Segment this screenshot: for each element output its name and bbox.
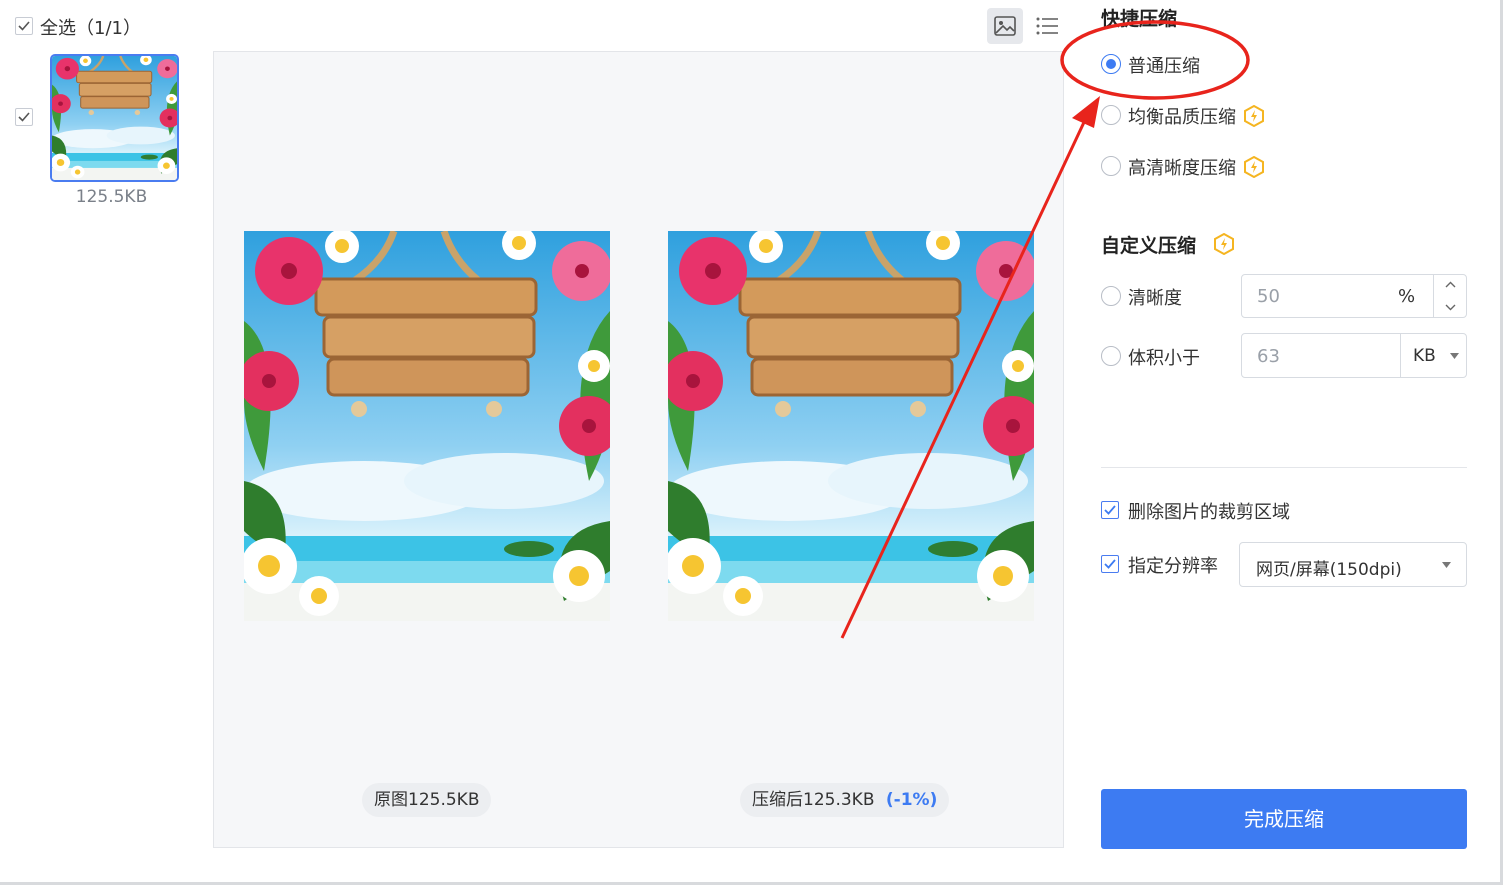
size-limit-radio[interactable] bbox=[1101, 346, 1121, 366]
hd-compress-label[interactable]: 高清晰度压缩 bbox=[1128, 154, 1236, 180]
normal-compress-label[interactable]: 普通压缩 bbox=[1128, 52, 1200, 78]
annotation-arrow-head bbox=[1072, 96, 1100, 128]
balanced-compress-radio[interactable] bbox=[1101, 105, 1121, 125]
file-thumbnail[interactable] bbox=[50, 54, 179, 182]
quick-compress-title: 快捷压缩 bbox=[1101, 8, 1178, 30]
vip-icon bbox=[1244, 105, 1264, 127]
clarity-input[interactable]: 50 % bbox=[1241, 274, 1467, 318]
list-view-icon bbox=[1036, 17, 1058, 35]
set-dpi-checkbox[interactable] bbox=[1101, 555, 1119, 573]
check-icon bbox=[18, 112, 30, 122]
original-image bbox=[244, 231, 610, 621]
normal-compress-radio[interactable] bbox=[1101, 54, 1121, 74]
size-unit-select[interactable]: KB bbox=[1400, 333, 1467, 378]
finish-compress-button[interactable]: 完成压缩 bbox=[1101, 789, 1467, 849]
size-limit-input[interactable]: 63 bbox=[1241, 333, 1401, 378]
compressed-size-text: 压缩后125.3KB bbox=[752, 790, 875, 810]
clarity-stepper[interactable] bbox=[1433, 275, 1467, 317]
clarity-label[interactable]: 清晰度 bbox=[1128, 284, 1182, 310]
remove-crop-label[interactable]: 删除图片的裁剪区域 bbox=[1128, 498, 1290, 524]
size-unit-value: KB bbox=[1413, 346, 1436, 366]
beach-thumbnail-image bbox=[52, 56, 177, 180]
check-icon bbox=[18, 21, 30, 31]
custom-compress-title: 自定义压缩 bbox=[1101, 235, 1197, 257]
remove-crop-checkbox[interactable] bbox=[1101, 501, 1119, 519]
vip-icon bbox=[1214, 233, 1234, 255]
select-all-checkbox[interactable] bbox=[15, 17, 33, 35]
original-size-label: 原图125.5KB bbox=[362, 783, 492, 817]
image-view-button[interactable] bbox=[987, 8, 1023, 44]
divider bbox=[1101, 467, 1467, 468]
compressed-size-label: 压缩后125.3KB (-1%) bbox=[740, 783, 950, 817]
file-checkbox[interactable] bbox=[15, 108, 33, 126]
check-icon bbox=[1104, 559, 1116, 569]
balanced-compress-label[interactable]: 均衡品质压缩 bbox=[1128, 103, 1236, 129]
dropdown-arrow-icon bbox=[1442, 562, 1451, 568]
image-view-icon bbox=[994, 16, 1016, 36]
vip-icon bbox=[1244, 156, 1264, 178]
dpi-select[interactable]: 网页/屏幕(150dpi) bbox=[1239, 542, 1467, 587]
check-icon bbox=[1104, 505, 1116, 515]
set-dpi-label[interactable]: 指定分辨率 bbox=[1128, 552, 1218, 578]
chevron-down-icon[interactable] bbox=[1445, 304, 1456, 311]
select-all-label: 全选（1/1） bbox=[40, 18, 141, 39]
clarity-unit: % bbox=[1398, 286, 1416, 307]
chevron-up-icon[interactable] bbox=[1445, 281, 1456, 288]
clarity-radio[interactable] bbox=[1101, 286, 1121, 306]
list-view-button[interactable] bbox=[1031, 10, 1063, 42]
compressed-change-percent: (-1%) bbox=[885, 790, 938, 810]
thumbnail-size: 125.5KB bbox=[75, 187, 148, 207]
dpi-select-value: 网页/屏幕(150dpi) bbox=[1256, 560, 1402, 580]
hd-compress-radio[interactable] bbox=[1101, 156, 1121, 176]
compressed-image bbox=[668, 231, 1034, 621]
dropdown-arrow-icon bbox=[1450, 353, 1459, 359]
size-limit-label[interactable]: 体积小于 bbox=[1128, 344, 1200, 370]
size-limit-value: 63 bbox=[1257, 346, 1280, 367]
clarity-value: 50 bbox=[1257, 286, 1280, 307]
